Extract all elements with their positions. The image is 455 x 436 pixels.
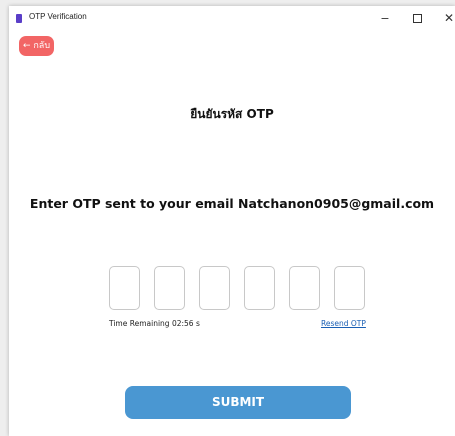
close-button[interactable]: ✕ bbox=[435, 8, 455, 28]
otp-digit-6[interactable] bbox=[334, 266, 365, 310]
otp-digit-4[interactable] bbox=[244, 266, 275, 310]
resend-otp-link[interactable]: Resend OTP bbox=[321, 319, 366, 328]
otp-instruction: Enter OTP sent to your email Natchanon09… bbox=[29, 196, 435, 211]
otp-digit-5[interactable] bbox=[289, 266, 320, 310]
maximize-icon bbox=[412, 13, 422, 23]
otp-digit-1[interactable] bbox=[109, 266, 140, 310]
submit-button[interactable]: SUBMIT bbox=[125, 386, 351, 419]
otp-digit-2[interactable] bbox=[154, 266, 185, 310]
page-title: ยืนยันรหัส OTP bbox=[190, 107, 274, 121]
otp-input-group bbox=[109, 266, 369, 312]
minimize-button[interactable]: − bbox=[371, 8, 399, 28]
back-button[interactable]: ← กลับ bbox=[19, 36, 54, 56]
minimize-icon: − bbox=[380, 11, 390, 25]
time-remaining: Time Remaining 02:56 s bbox=[109, 319, 200, 328]
close-icon: ✕ bbox=[443, 11, 455, 25]
app-icon bbox=[16, 14, 22, 23]
title-bar[interactable]: OTP Verification − ✕ bbox=[9, 6, 455, 31]
maximize-button[interactable] bbox=[403, 8, 431, 28]
otp-digit-3[interactable] bbox=[199, 266, 230, 310]
window-title: OTP Verification bbox=[29, 12, 87, 21]
otp-verification-window: OTP Verification − ✕ ← กลับ ยืนยันรหัส O… bbox=[9, 6, 455, 436]
